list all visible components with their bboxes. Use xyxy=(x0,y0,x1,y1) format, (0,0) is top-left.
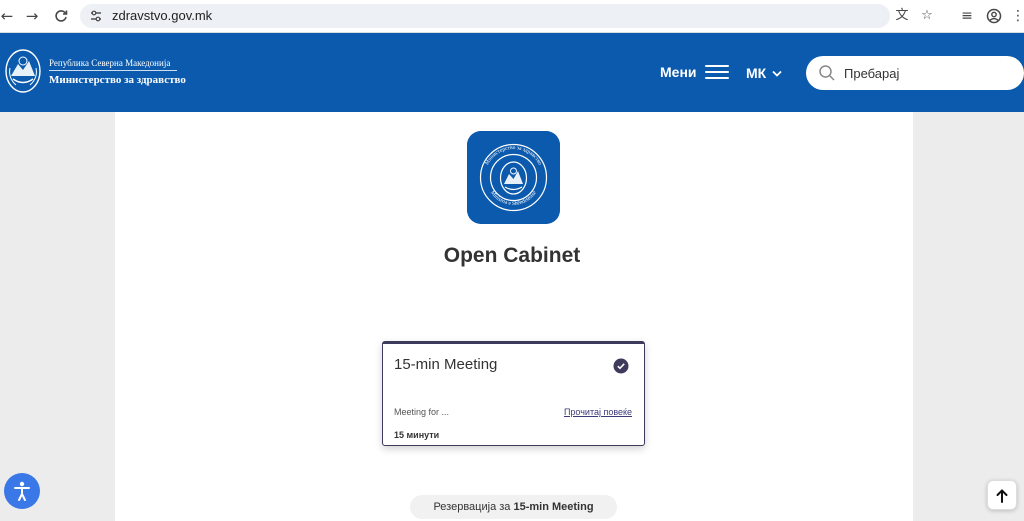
bookmark-star-icon[interactable]: ☆ xyxy=(918,8,936,24)
brand-ministry[interactable]: Министерство за здравство xyxy=(49,74,186,86)
language-label: МК xyxy=(746,65,767,81)
meeting-description: Meeting for ... xyxy=(394,407,450,417)
page-title: Open Cabinet xyxy=(443,244,581,267)
address-bar[interactable]: zdravstvo.gov.mk 文 ☆ xyxy=(80,4,933,28)
check-circle-icon xyxy=(613,358,629,374)
translate-icon[interactable]: 文 xyxy=(893,8,911,24)
site-header: Република Северна Македонија Министерств… xyxy=(0,33,1024,112)
menu-button[interactable]: Мени xyxy=(660,64,729,80)
read-more-link[interactable]: Прочитај повеќе xyxy=(564,407,632,417)
meeting-title: 15-min Meeting xyxy=(394,356,498,373)
arrow-up-icon xyxy=(996,489,1008,503)
meeting-duration: 15 минути xyxy=(394,430,440,440)
url-text[interactable]: zdravstvo.gov.mk xyxy=(112,8,212,24)
profile-icon[interactable] xyxy=(984,6,1004,26)
scroll-to-top-button[interactable] xyxy=(987,480,1017,510)
accessibility-button[interactable] xyxy=(4,473,40,509)
accessibility-icon xyxy=(14,481,30,501)
reservation-target: 15-min Meeting xyxy=(513,501,594,513)
back-icon[interactable]: ← xyxy=(0,6,18,26)
reservation-button[interactable]: Резервација за 15-min Meeting xyxy=(410,495,617,519)
language-selector[interactable]: МК xyxy=(746,65,782,81)
search-input[interactable] xyxy=(844,64,1014,82)
reload-icon[interactable] xyxy=(50,6,72,26)
hamburger-icon xyxy=(704,64,729,80)
chevron-down-icon xyxy=(772,70,782,77)
search-box[interactable] xyxy=(806,56,1024,90)
more-menu-icon[interactable]: ⋮ xyxy=(1008,6,1024,26)
media-controls-icon[interactable]: ≡ xyxy=(957,6,977,26)
forward-icon[interactable]: → xyxy=(21,6,43,26)
brand-country[interactable]: Република Северна Македонија xyxy=(49,58,170,68)
brand-divider xyxy=(49,70,177,71)
reservation-prefix: Резервација за xyxy=(433,501,511,513)
meeting-card[interactable]: 15-min Meeting Meeting for ... Прочитај … xyxy=(382,341,645,446)
site-info-icon[interactable] xyxy=(88,8,104,24)
search-icon xyxy=(819,65,835,81)
coat-of-arms-icon[interactable] xyxy=(4,48,42,94)
browser-toolbar: ← → zdravstvo.gov.mk 文 ☆ ≡ ⋮ xyxy=(0,0,1024,33)
ministry-seal-logo: Министерство за здравство Ministria e Sh… xyxy=(467,131,560,224)
menu-label: Мени xyxy=(660,64,697,80)
